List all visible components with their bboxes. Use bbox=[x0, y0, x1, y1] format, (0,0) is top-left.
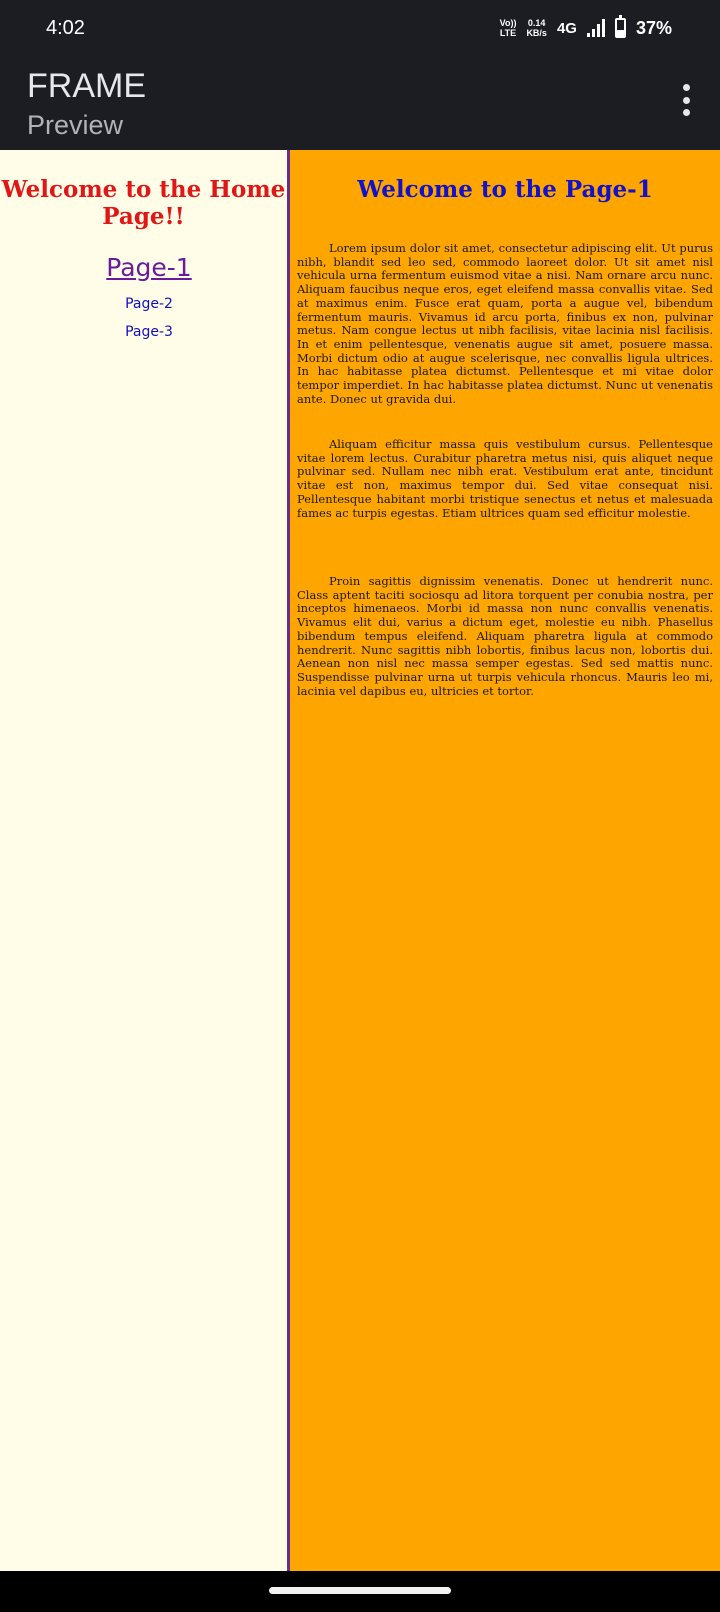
volte-icon: Vo)) LTE bbox=[500, 18, 517, 38]
link-page-3[interactable]: Page-3 bbox=[0, 323, 298, 341]
volte-bottom-label: LTE bbox=[499, 28, 517, 38]
home-heading: Welcome to the Home Page!! bbox=[1, 176, 286, 230]
data-speed-value: 0.14 bbox=[527, 18, 546, 28]
navigation-bar bbox=[0, 1571, 720, 1612]
app-subtitle: Preview bbox=[27, 110, 124, 140]
link-page-2[interactable]: Page-2 bbox=[0, 295, 298, 313]
paragraph-3: Proin sagittis dignissim venenatis. Done… bbox=[297, 574, 713, 698]
frameset-preview: Welcome to the Home Page!! Page-1 Page-2… bbox=[0, 150, 720, 1571]
link-page-1[interactable]: Page-1 bbox=[0, 253, 298, 283]
battery-percent: 37% bbox=[635, 17, 672, 38]
home-indicator[interactable] bbox=[269, 1587, 451, 1594]
status-time: 4:02 bbox=[46, 17, 85, 39]
left-frame[interactable]: Welcome to the Home Page!! Page-1 Page-2… bbox=[0, 150, 287, 1571]
paragraph-1: Lorem ipsum dolor sit amet, consectetur … bbox=[297, 241, 713, 406]
right-frame[interactable]: Welcome to the Page-1 Lorem ipsum dolor … bbox=[290, 150, 720, 1571]
status-icons: Vo)) LTE 0.14 KB/s 4G 37% bbox=[500, 13, 672, 43]
battery-fill bbox=[616, 30, 624, 36]
data-speed-unit: KB/s bbox=[526, 28, 547, 38]
signal-icon bbox=[586, 19, 605, 37]
status-bar: 4:02 Vo)) LTE 0.14 KB/s 4G 37% bbox=[0, 0, 720, 56]
battery-icon bbox=[614, 15, 626, 38]
app-bar: FRAME Preview bbox=[0, 56, 720, 150]
app-title: FRAME bbox=[27, 67, 146, 105]
page-heading: Welcome to the Page-1 bbox=[357, 176, 653, 203]
data-speed: 0.14 KB/s bbox=[526, 18, 547, 38]
volte-top-label: Vo)) bbox=[499, 18, 517, 28]
network-type: 4G bbox=[556, 19, 577, 37]
more-vert-icon[interactable] bbox=[680, 84, 692, 116]
paragraph-2: Aliquam efficitur massa quis vestibulum … bbox=[297, 437, 713, 520]
